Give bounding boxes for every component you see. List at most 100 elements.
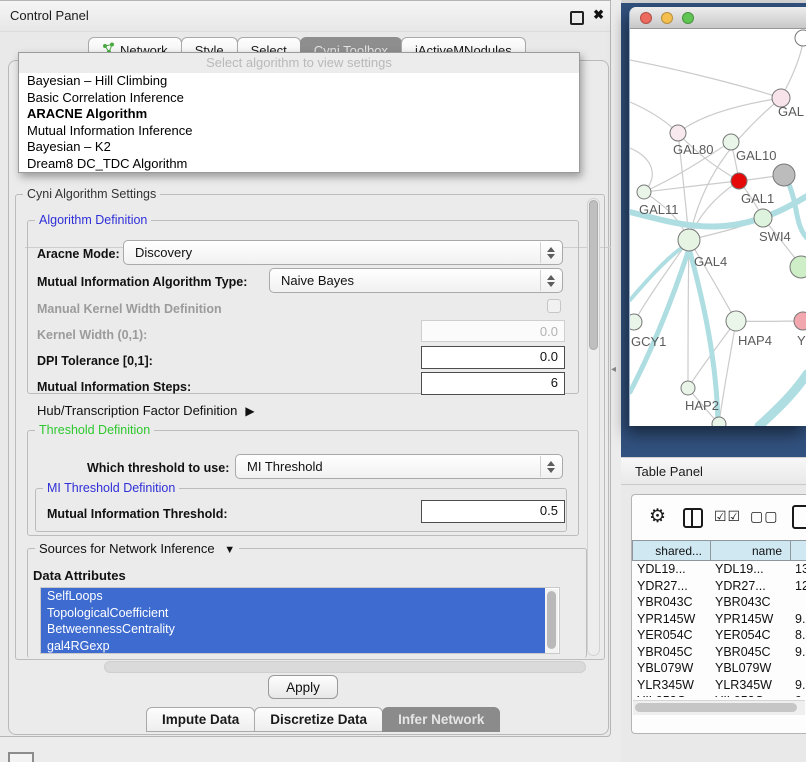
table-row[interactable]: YBR045CYBR045C9. — [633, 644, 806, 661]
network-node[interactable] — [773, 164, 795, 186]
attribute-item-betweennesscentrality[interactable]: BetweennessCentrality — [41, 621, 545, 638]
attributes-scroll-thumb[interactable] — [547, 591, 556, 649]
hub-definition-section[interactable]: Hub/Transcription Factor Definition ▶ — [37, 403, 255, 418]
algorithm-option-mutual-information-inference[interactable]: Mutual Information Inference — [19, 123, 579, 140]
network-edge[interactable] — [719, 321, 736, 424]
dpi-tolerance-field[interactable]: 0.0 — [421, 346, 565, 369]
network-edge[interactable] — [630, 60, 781, 98]
mi-type-combo[interactable]: Naive Bayes — [269, 268, 563, 293]
mi-threshold-field[interactable]: 0.5 — [421, 500, 565, 523]
aracne-mode-combo[interactable]: Discovery — [123, 240, 563, 265]
network-node[interactable] — [630, 314, 642, 330]
mi-steps-field[interactable]: 6 — [421, 372, 565, 395]
mac-close-button[interactable] — [640, 12, 652, 24]
control-panel-titlebar: Control Panel ✖ — [0, 1, 610, 32]
table-panel-title: Table Panel — [635, 464, 703, 479]
mi-type-value: Naive Bayes — [281, 273, 354, 288]
panel-title: Control Panel — [10, 8, 89, 23]
apply-button[interactable]: Apply — [268, 675, 338, 699]
mac-minimize-button[interactable] — [661, 12, 673, 24]
network-node[interactable] — [712, 417, 726, 426]
gear-icon[interactable]: ⚙ — [649, 505, 666, 528]
select-all-checks-icon[interactable]: ☑☑ — [714, 508, 741, 525]
network-node[interactable] — [795, 30, 806, 46]
table-hscroll-thumb[interactable] — [635, 703, 797, 712]
mac-zoom-button[interactable] — [682, 12, 694, 24]
splitpane-divider[interactable] — [611, 0, 621, 762]
settings-horizontal-scrollbar[interactable] — [104, 661, 586, 673]
attribute-item-gal4rgexp[interactable]: gal4RGexp — [41, 638, 545, 655]
network-edge[interactable] — [688, 240, 689, 388]
bottom-tab-discretize-data[interactable]: Discretize Data — [254, 707, 383, 732]
network-edge[interactable] — [644, 181, 739, 192]
manual-kernel-checkbox[interactable] — [547, 299, 561, 313]
node-label-gal1: GAL1 — [741, 191, 774, 206]
settings-vertical-scrollbar[interactable] — [587, 198, 600, 656]
node-label-gal: GAL — [778, 104, 804, 119]
network-node[interactable] — [754, 209, 772, 227]
kernel-width-field[interactable]: 0.0 — [421, 320, 565, 342]
attributes-list-scrollbar[interactable] — [545, 589, 558, 653]
table-row[interactable]: YIL052CYIL052C9 — [633, 693, 806, 697]
close-icon[interactable]: ✖ — [593, 7, 604, 23]
which-threshold-value: MI Threshold — [247, 459, 323, 474]
float-panel-icon[interactable] — [570, 11, 584, 25]
algorithm-option-aracne-algorithm[interactable]: ARACNE Algorithm — [19, 106, 579, 123]
table-row[interactable]: YLR345WYLR345W9. — [633, 677, 806, 694]
table-cell: 13 — [791, 561, 806, 578]
deselect-all-checks-icon[interactable]: ▢▢ — [750, 508, 778, 525]
which-threshold-label: Which threshold to use: — [87, 461, 229, 475]
combo-stepper-icon[interactable] — [540, 270, 561, 291]
network-node[interactable] — [794, 312, 806, 330]
network-node[interactable] — [678, 229, 700, 251]
column-header-2[interactable] — [790, 540, 806, 561]
network-node[interactable] — [670, 125, 686, 141]
algorithm-option-dream8-dc-tdc-algorithm[interactable]: Dream8 DC_TDC Algorithm — [19, 156, 579, 173]
attribute-item-topologicalcoefficient[interactable]: TopologicalCoefficient — [41, 605, 545, 622]
node-label-gal4: GAL4 — [694, 254, 727, 269]
expand-arrow-icon: ▶ — [245, 404, 254, 418]
table-row[interactable]: YPR145WYPR145W9. — [633, 611, 806, 628]
settings-scroll-thumb[interactable] — [589, 200, 598, 350]
bottom-tab-infer-network[interactable]: Infer Network — [382, 707, 500, 732]
network-window-titlebar — [630, 7, 806, 29]
column-layout-icon[interactable] — [683, 508, 703, 528]
node-label-gcy1: GCY1 — [631, 334, 666, 349]
splitpane-handle[interactable]: ◂ — [611, 364, 616, 375]
combo-stepper-icon[interactable] — [540, 456, 561, 477]
algorithm-option-bayesian-hill-climbing[interactable]: Bayesian – Hill Climbing — [19, 73, 579, 90]
algorithm-option-basic-correlation-inference[interactable]: Basic Correlation Inference — [19, 90, 579, 107]
table-row[interactable]: YDR27...YDR27...12 — [633, 578, 806, 595]
sources-group-title[interactable]: Sources for Network Inference ▼ — [35, 541, 239, 556]
network-edge-highlighted[interactable] — [759, 374, 806, 426]
network-node[interactable] — [681, 381, 695, 395]
network-node[interactable] — [790, 256, 806, 278]
attribute-item-selfloops[interactable]: SelfLoops — [41, 588, 545, 605]
network-node[interactable] — [731, 173, 747, 189]
network-edge[interactable] — [630, 102, 678, 133]
network-node[interactable] — [637, 185, 651, 199]
table-cell: 9. — [791, 611, 806, 628]
network-canvas[interactable]: GALGAL80GAL10GAL11GAL1SWI4GAL4GCY1HAP4YH… — [630, 29, 806, 426]
node-label-hap2: HAP2 — [685, 398, 719, 413]
bottom-tab-impute-data[interactable]: Impute Data — [146, 707, 255, 732]
kernel-width-label: Kernel Width (0,1): — [37, 328, 147, 342]
algorithm-option-bayesian-k2[interactable]: Bayesian – K2 — [19, 139, 579, 156]
combo-stepper-icon[interactable] — [540, 242, 561, 263]
table-horizontal-scrollbar[interactable] — [633, 700, 805, 715]
network-node[interactable] — [726, 311, 746, 331]
table-row[interactable]: YBL079WYBL079W — [633, 660, 806, 677]
table-row[interactable]: YER054CYER054C8. — [633, 627, 806, 644]
table-row[interactable]: YBR043CYBR043C — [633, 594, 806, 611]
network-edge[interactable] — [634, 240, 689, 322]
node-table[interactable]: shared...name YDL19...YDL19...13YDR27...… — [633, 540, 806, 697]
algorithm-dropdown-placeholder: Select algorithm to view settings — [19, 53, 579, 73]
network-edge[interactable] — [678, 98, 781, 133]
export-table-icon[interactable] — [792, 505, 806, 529]
column-header-shared[interactable]: shared... — [632, 540, 711, 561]
which-threshold-combo[interactable]: MI Threshold — [235, 454, 563, 479]
table-row[interactable]: YDL19...YDL19...13 — [633, 561, 806, 578]
column-header-name[interactable]: name — [710, 540, 791, 561]
data-attributes-list[interactable]: SelfLoopsTopologicalCoefficientBetweenne… — [40, 587, 560, 654]
minimized-panel-icon[interactable] — [8, 752, 34, 762]
